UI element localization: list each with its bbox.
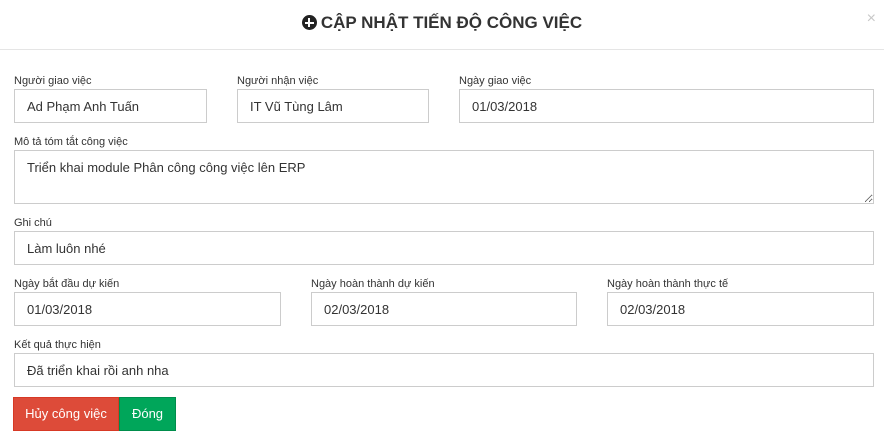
result-label: Kết quả thực hiện xyxy=(14,339,101,351)
plus-circle-icon xyxy=(301,15,317,30)
assigner-label: Người giao việc xyxy=(14,75,92,87)
modal-title-text: CẬP NHẬT TIẾN ĐỘ CÔNG VIỆC xyxy=(320,13,583,32)
assign-date-field[interactable] xyxy=(459,89,874,123)
assign-date-label: Ngày giao việc xyxy=(459,75,532,87)
actual-finish-field[interactable] xyxy=(607,292,874,326)
modal-header: CẬP NHẬT TIẾN ĐỘ CÔNG VIỆC × xyxy=(0,0,884,50)
modal-title: CẬP NHẬT TIẾN ĐỘ CÔNG VIỆC xyxy=(0,13,884,33)
summary-label: Mô tả tóm tắt công việc xyxy=(14,136,128,148)
planned-finish-field[interactable] xyxy=(311,292,577,326)
planned-finish-label: Ngày hoàn thành dự kiến xyxy=(311,278,435,290)
assigner-field[interactable] xyxy=(14,89,207,123)
assignee-label: Người nhận việc xyxy=(237,75,319,87)
note-label: Ghi chú xyxy=(14,217,52,229)
planned-start-field[interactable] xyxy=(14,292,281,326)
actual-finish-label: Ngày hoàn thành thực tế xyxy=(607,278,729,290)
close-icon[interactable]: × xyxy=(867,11,876,27)
cancel-task-button[interactable]: Hủy công việc xyxy=(13,397,119,431)
summary-textarea[interactable]: Triển khai module Phân công công việc lê… xyxy=(14,150,874,204)
result-field[interactable] xyxy=(14,353,874,387)
planned-start-label: Ngày bắt đầu dự kiến xyxy=(14,278,120,290)
assignee-field[interactable] xyxy=(237,89,429,123)
close-button[interactable]: Đóng xyxy=(119,397,176,431)
note-field[interactable] xyxy=(14,231,874,265)
